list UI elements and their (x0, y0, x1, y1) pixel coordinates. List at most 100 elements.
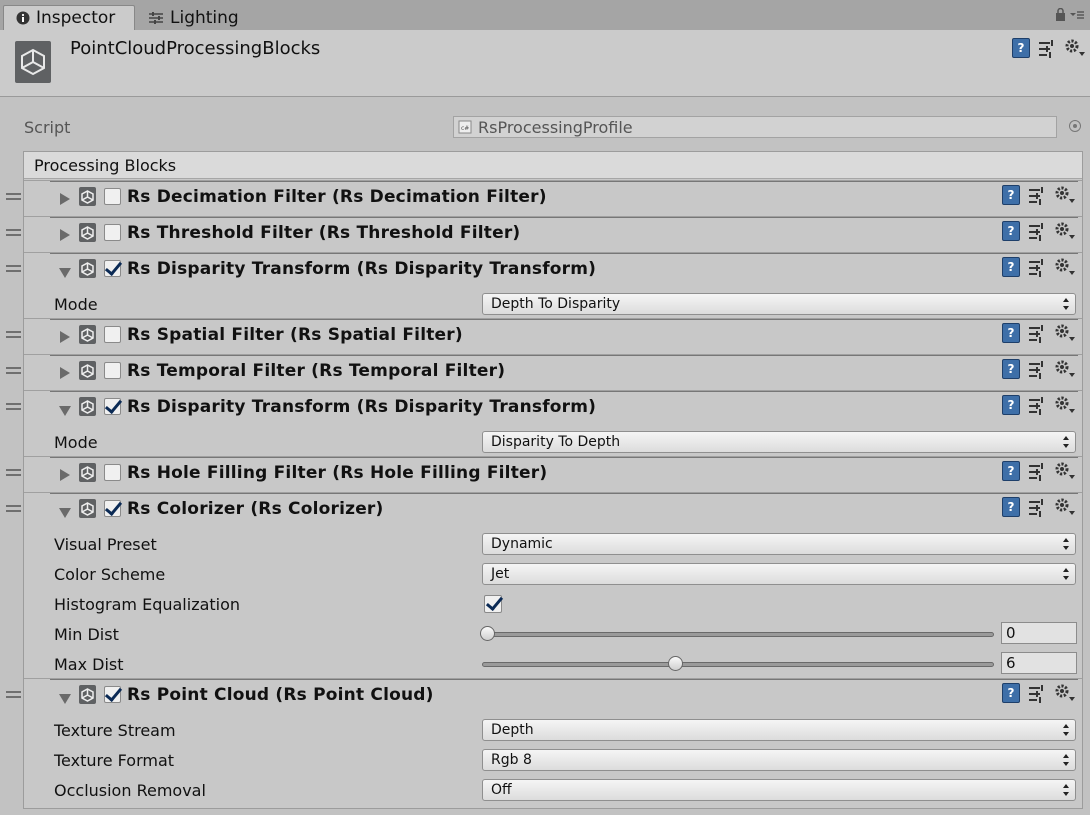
min-dist-number-field[interactable]: 0 (1001, 622, 1077, 644)
gear-icon[interactable] (1054, 185, 1076, 205)
block-header[interactable]: Rs Colorizer (Rs Colorizer)? (6, 493, 1082, 528)
block-title: Rs Disparity Transform (Rs Disparity Tra… (127, 259, 597, 279)
help-icon[interactable]: ? (1002, 683, 1020, 703)
visual-preset-dropdown[interactable]: Dynamic (482, 533, 1076, 555)
help-icon[interactable]: ? (1012, 38, 1030, 58)
block-header[interactable]: Rs Temporal Filter (Rs Temporal Filter)? (6, 355, 1082, 390)
foldout-closed-icon[interactable] (60, 367, 70, 379)
block-enabled-checkbox[interactable] (104, 362, 121, 379)
gear-icon[interactable] (1054, 683, 1076, 703)
drag-handle-icon[interactable] (6, 469, 21, 476)
object-picker-icon[interactable] (1069, 120, 1081, 132)
block-header[interactable]: Rs Decimation Filter (Rs Decimation Filt… (6, 181, 1082, 216)
field-label: Histogram Equalization (54, 595, 241, 614)
preset-icon[interactable] (1028, 185, 1046, 205)
field-label: Occlusion Removal (54, 781, 206, 800)
block-enabled-checkbox[interactable] (104, 398, 121, 415)
lock-icon[interactable] (1055, 7, 1066, 24)
gear-icon[interactable] (1054, 359, 1076, 379)
help-icon[interactable]: ? (1002, 461, 1020, 481)
max-dist-slider-track[interactable] (482, 662, 994, 667)
block-enabled-checkbox[interactable] (104, 464, 121, 481)
block-enabled-checkbox[interactable] (104, 686, 121, 703)
drag-handle-icon[interactable] (6, 193, 21, 200)
preset-icon[interactable] (1028, 257, 1046, 277)
foldout-closed-icon[interactable] (60, 193, 70, 205)
help-icon[interactable]: ? (1002, 185, 1020, 205)
drag-handle-icon[interactable] (6, 331, 21, 338)
block-enabled-checkbox[interactable] (104, 500, 121, 517)
drag-handle-icon[interactable] (6, 229, 21, 236)
help-icon[interactable]: ? (1002, 395, 1020, 415)
block-enabled-checkbox[interactable] (104, 260, 121, 277)
field-label: Color Scheme (54, 565, 166, 584)
block-header[interactable]: Rs Threshold Filter (Rs Threshold Filter… (6, 217, 1082, 252)
block-header[interactable]: Rs Spatial Filter (Rs Spatial Filter)? (6, 319, 1082, 354)
block-enabled-checkbox[interactable] (104, 224, 121, 241)
menu-icon[interactable] (1070, 9, 1084, 24)
processing-blocks-header[interactable]: Processing Blocks (24, 152, 1082, 179)
foldout-closed-icon[interactable] (60, 331, 70, 343)
drag-handle-icon[interactable] (6, 367, 21, 374)
histogram-equalization-checkbox[interactable] (484, 595, 502, 613)
texture-stream-dropdown[interactable]: Depth (482, 719, 1076, 741)
gear-icon[interactable] (1054, 461, 1076, 481)
help-icon[interactable]: ? (1002, 257, 1020, 277)
tab-inspector[interactable]: Inspector (3, 5, 135, 30)
block-buttons: ? (1002, 683, 1076, 703)
foldout-open-icon[interactable] (59, 406, 71, 416)
help-icon[interactable]: ? (1002, 221, 1020, 241)
preset-icon[interactable] (1028, 683, 1046, 703)
tab-inspector-label: Inspector (36, 8, 116, 28)
foldout-open-icon[interactable] (59, 268, 71, 278)
max-dist-slider-thumb[interactable] (668, 656, 683, 671)
block-header[interactable]: Rs Disparity Transform (Rs Disparity Tra… (6, 253, 1082, 288)
foldout-closed-icon[interactable] (60, 469, 70, 481)
foldout-open-icon[interactable] (59, 694, 71, 704)
occlusion-removal-dropdown[interactable]: Off (482, 779, 1076, 801)
drag-handle-icon[interactable] (6, 505, 21, 512)
tab-lighting[interactable]: Lighting (148, 5, 239, 30)
drag-handle-icon[interactable] (6, 691, 21, 698)
max-dist-number-field[interactable]: 6 (1001, 652, 1077, 674)
gear-icon[interactable] (1054, 257, 1076, 277)
preset-icon[interactable] (1028, 323, 1046, 343)
preset-icon[interactable] (1028, 461, 1046, 481)
block-header[interactable]: Rs Point Cloud (Rs Point Cloud)? (6, 679, 1082, 714)
gear-icon[interactable] (1054, 395, 1076, 415)
foldout-closed-icon[interactable] (60, 229, 70, 241)
preset-icon[interactable] (1028, 497, 1046, 517)
processing-block: Rs Point Cloud (Rs Point Cloud)? Texture … (6, 678, 1082, 804)
preset-icon[interactable] (1028, 395, 1046, 415)
help-icon[interactable]: ? (1002, 359, 1020, 379)
gear-icon[interactable] (1054, 221, 1076, 241)
number-value: 6 (1006, 654, 1016, 672)
help-icon[interactable]: ? (1002, 323, 1020, 343)
unity-icon (79, 361, 96, 380)
mode-dropdown[interactable]: Disparity To Depth (482, 431, 1076, 453)
gear-icon[interactable] (1064, 38, 1086, 58)
drag-handle-icon[interactable] (6, 403, 21, 410)
script-field[interactable]: c# RsProcessingProfile (453, 116, 1057, 138)
gear-icon[interactable] (1054, 497, 1076, 517)
gear-icon[interactable] (1054, 323, 1076, 343)
block-header[interactable]: Rs Disparity Transform (Rs Disparity Tra… (6, 391, 1082, 426)
drag-handle-icon[interactable] (6, 265, 21, 272)
preset-icon[interactable] (1038, 38, 1056, 58)
preset-icon[interactable] (1028, 221, 1046, 241)
block-enabled-checkbox[interactable] (104, 188, 121, 205)
foldout-open-icon[interactable] (59, 508, 71, 518)
block-buttons: ? (1002, 257, 1076, 277)
texture-format-dropdown[interactable]: Rgb 8 (482, 749, 1076, 771)
min-dist-slider-thumb[interactable] (480, 626, 495, 641)
mode-dropdown[interactable]: Depth To Disparity (482, 293, 1076, 315)
min-dist-slider-track[interactable] (482, 632, 994, 637)
help-icon[interactable]: ? (1002, 497, 1020, 517)
block-enabled-checkbox[interactable] (104, 326, 121, 343)
dropdown-value: Rgb 8 (491, 752, 532, 768)
block-header[interactable]: Rs Hole Filling Filter (Rs Hole Filling … (6, 457, 1082, 492)
color-scheme-dropdown[interactable]: Jet (482, 563, 1076, 585)
preset-icon[interactable] (1028, 359, 1046, 379)
processing-blocks-label: Processing Blocks (34, 155, 177, 175)
block-title: Rs Temporal Filter (Rs Temporal Filter) (127, 361, 506, 381)
